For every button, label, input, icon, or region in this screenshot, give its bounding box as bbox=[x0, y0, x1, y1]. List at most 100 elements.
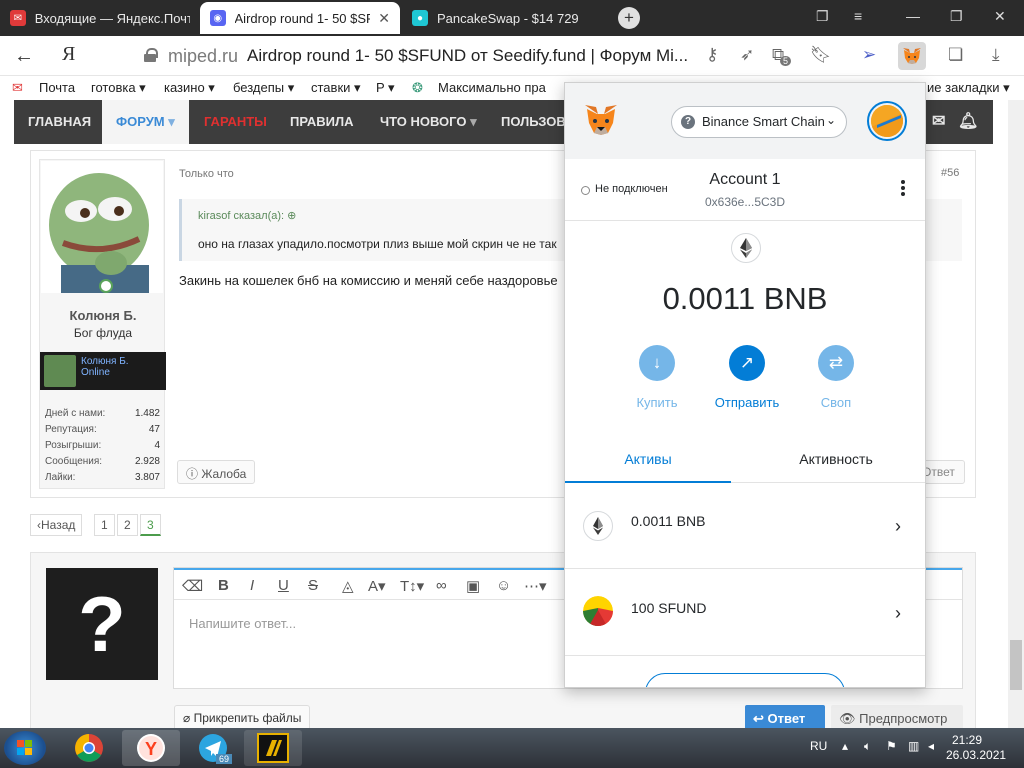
nav-forum[interactable]: ФОРУМ ▾ bbox=[102, 100, 189, 144]
strikethrough-icon[interactable]: S bbox=[308, 577, 318, 594]
metamask-extension-button[interactable] bbox=[898, 42, 926, 70]
link-icon[interactable]: ∞ bbox=[436, 577, 447, 594]
close-window-icon[interactable]: ✕ bbox=[994, 8, 1006, 25]
nav-rules[interactable]: ПРАВИЛА bbox=[290, 114, 354, 129]
pager-page[interactable]: 2 bbox=[117, 514, 138, 536]
show-hidden-icon[interactable]: ▴ bbox=[842, 739, 848, 753]
rocket-icon[interactable]: ➶ bbox=[740, 45, 754, 65]
stat-value: 2.928 bbox=[134, 456, 160, 467]
taskbar-telegram[interactable]: 69 bbox=[184, 730, 242, 766]
tab-assets[interactable]: Активы bbox=[565, 437, 731, 483]
bookmark-item[interactable]: готовка ▾ bbox=[91, 80, 146, 96]
swap-button[interactable]: ⇄ Своп bbox=[791, 345, 881, 410]
other-bookmarks[interactable]: ие закладки ▾ bbox=[927, 80, 1010, 96]
bookmark-item[interactable]: казино ▾ bbox=[164, 80, 215, 96]
nav-forum-label: ФОРУМ bbox=[116, 114, 165, 129]
speaker-icon[interactable]: ◂ bbox=[928, 739, 934, 753]
clock[interactable]: 21:29 26.03.2021 bbox=[946, 733, 1006, 763]
send-button[interactable]: ↗ Отправить bbox=[702, 345, 792, 410]
mail-icon: ✉ bbox=[10, 10, 26, 26]
taskbar-yandex[interactable]: Y bbox=[122, 730, 180, 766]
color-drop-icon[interactable]: ◬ bbox=[342, 577, 354, 595]
taskbar-chrome[interactable] bbox=[60, 730, 118, 766]
app-tile-icon bbox=[257, 733, 289, 763]
post-time[interactable]: Только что bbox=[179, 168, 234, 180]
nav-users[interactable]: ПОЛЬЗОВ bbox=[501, 114, 566, 129]
stat-row: Розыгрыши: 4 bbox=[45, 440, 160, 451]
key-icon[interactable]: ⚷ bbox=[706, 45, 718, 65]
asset-row[interactable]: 0.0011 BNB › bbox=[565, 483, 925, 569]
avatar[interactable] bbox=[41, 161, 163, 293]
bookmark-item[interactable]: бездепы ▾ bbox=[233, 80, 294, 96]
bookmark-icon[interactable]: 🔖︎ bbox=[810, 45, 832, 65]
language-indicator[interactable]: RU bbox=[810, 739, 827, 753]
start-button[interactable] bbox=[4, 731, 46, 765]
account-name[interactable]: Account 1 bbox=[565, 171, 925, 189]
bookmark-item[interactable]: P ▾ bbox=[376, 80, 395, 96]
nav-home[interactable]: ГЛАВНАЯ bbox=[28, 114, 91, 129]
taskbar-app[interactable] bbox=[244, 730, 302, 766]
bold-icon[interactable]: B bbox=[218, 577, 229, 594]
bookmark-item[interactable]: Максимально пра bbox=[438, 80, 546, 95]
italic-icon[interactable]: I bbox=[250, 577, 254, 594]
eth-icon bbox=[583, 511, 613, 541]
text-style-icon[interactable]: T↕▾ bbox=[400, 577, 424, 595]
close-icon[interactable]: ✕ bbox=[378, 10, 390, 27]
bell-icon[interactable]: 🔔︎ bbox=[958, 111, 978, 131]
settings-icon[interactable]: ≡ bbox=[854, 8, 862, 24]
font-size-icon[interactable]: A▾ bbox=[368, 577, 386, 595]
buy-button[interactable]: ↓ Купить bbox=[612, 345, 702, 410]
quote-author[interactable]: kirasof сказал(а): ⊕ bbox=[198, 209, 296, 222]
tab-manager-icon[interactable]: ❐ bbox=[816, 8, 829, 25]
image-icon[interactable]: ▣ bbox=[466, 577, 480, 595]
more-icon[interactable]: ⋯▾ bbox=[524, 577, 547, 595]
browser-tab-mail[interactable]: ✉ Входящие — Яндекс.Почт bbox=[0, 2, 200, 34]
online-status-icon bbox=[99, 279, 113, 293]
swap-label: Своп bbox=[820, 395, 852, 410]
asset-name: 100 SFUND bbox=[631, 600, 707, 616]
restore-icon[interactable]: ❐ bbox=[950, 8, 963, 25]
pager-prev[interactable]: ‹Назад bbox=[30, 514, 83, 536]
pager-page[interactable]: 1 bbox=[94, 514, 115, 536]
underline-icon[interactable]: U bbox=[278, 577, 289, 594]
yandex-logo[interactable]: Я bbox=[62, 43, 75, 66]
post-number[interactable]: #56 bbox=[941, 167, 959, 179]
tab-activity[interactable]: Активность bbox=[753, 437, 919, 483]
bookmark-item[interactable]: Почта bbox=[39, 80, 75, 95]
bookmark-item[interactable]: ставки ▾ bbox=[311, 80, 361, 96]
emoji-icon[interactable]: ☺ bbox=[496, 577, 511, 594]
chevron-right-icon: › bbox=[895, 603, 901, 623]
url-domain[interactable]: miped.ru bbox=[168, 46, 238, 67]
network-selector[interactable]: ? Binance Smart Chain ⌄ bbox=[671, 106, 847, 138]
import-tokens-button[interactable] bbox=[645, 673, 845, 687]
scrollbar-thumb[interactable] bbox=[1010, 640, 1022, 690]
back-icon[interactable]: ← bbox=[14, 45, 34, 68]
download-icon[interactable]: ⤓ bbox=[992, 45, 1000, 65]
telegram-badge: 69 bbox=[216, 754, 233, 764]
new-tab-button[interactable]: + bbox=[618, 7, 640, 29]
more-options-icon[interactable] bbox=[901, 180, 907, 198]
metamask-fox-icon[interactable] bbox=[583, 103, 619, 139]
browser-tab-pancake[interactable]: ● PancakeSwap - $14 729 bbox=[402, 2, 612, 34]
send-extension-icon[interactable]: ➢ bbox=[862, 45, 876, 65]
account-identicon[interactable] bbox=[867, 101, 907, 141]
lock-icon[interactable] bbox=[144, 48, 158, 62]
collections-icon[interactable]: ❏ bbox=[948, 45, 963, 65]
page-scrollbar[interactable] bbox=[1008, 100, 1024, 728]
nav-guarantors[interactable]: ГАРАНТЫ bbox=[204, 114, 267, 129]
asset-row[interactable]: 100 SFUND › bbox=[565, 570, 925, 656]
stat-row: Лайки: 3.807 bbox=[45, 472, 160, 483]
inbox-icon[interactable]: ✉ bbox=[932, 111, 945, 131]
minimize-icon[interactable]: — bbox=[906, 8, 920, 24]
nav-whats-new[interactable]: ЧТО НОВОГО ▾ bbox=[380, 114, 477, 130]
username[interactable]: Колюня Б. bbox=[40, 308, 166, 323]
page-title[interactable]: Airdrop round 1- 50 $SFUND от Seedify.fu… bbox=[247, 46, 688, 66]
pager-page-current[interactable]: 3 bbox=[140, 514, 161, 536]
account-address[interactable]: 0x636e...5C3D bbox=[565, 195, 925, 209]
eraser-icon[interactable]: ⌫ bbox=[182, 577, 203, 595]
network-icon[interactable]: ▥ bbox=[908, 739, 919, 753]
browser-tab-forum[interactable]: ◉ Airdrop round 1- 50 $SF ✕ bbox=[200, 2, 400, 34]
report-button[interactable]: ⓘ Жалоба bbox=[177, 460, 256, 484]
volume-icon[interactable]: 🔈︎ bbox=[864, 739, 871, 754]
flag-icon[interactable]: ⚑ bbox=[886, 739, 897, 753]
